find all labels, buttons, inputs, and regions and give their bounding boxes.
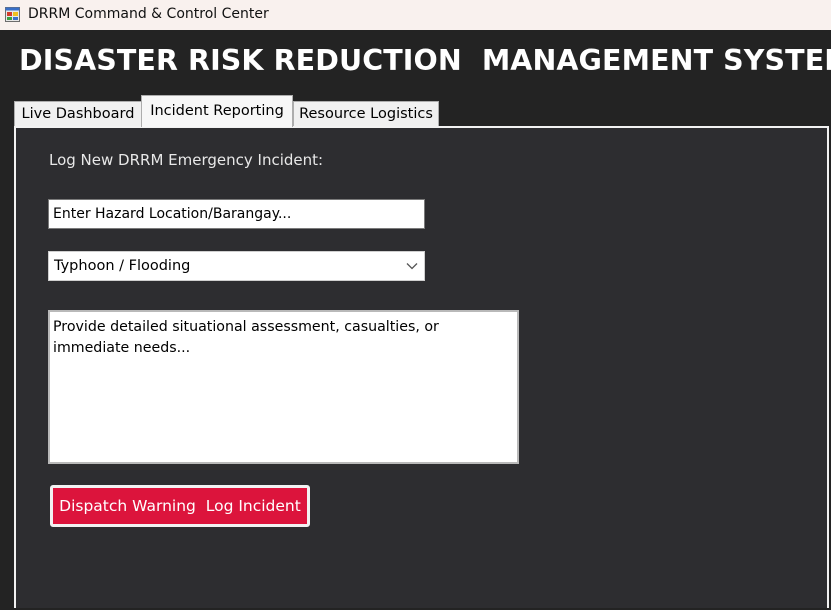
tab-live-dashboard[interactable]: Live Dashboard (14, 101, 142, 127)
chevron-down-icon (406, 263, 418, 270)
window-titlebar: DRRM Command & Control Center (0, 0, 831, 30)
tab-strip: Live Dashboard Incident Reporting Resour… (0, 94, 831, 127)
hazard-type-value: Typhoon / Flooding (54, 258, 191, 274)
dispatch-warning-button[interactable]: Dispatch Warning Log Incident (50, 485, 310, 527)
situational-assessment-textarea[interactable] (48, 310, 519, 464)
page-title: DISASTER RISK REDUCTION MANAGEMENT SYSTE… (19, 44, 831, 77)
app-window-icon (5, 7, 20, 22)
window-title: DRRM Command & Control Center (28, 6, 269, 22)
section-label: Log New DRRM Emergency Incident: (49, 151, 324, 169)
hazard-location-input[interactable] (48, 199, 425, 229)
tab-resource-logistics[interactable]: Resource Logistics (293, 101, 439, 127)
hazard-type-select[interactable]: Typhoon / Flooding (48, 251, 425, 281)
tab-incident-reporting[interactable]: Incident Reporting (141, 95, 293, 127)
